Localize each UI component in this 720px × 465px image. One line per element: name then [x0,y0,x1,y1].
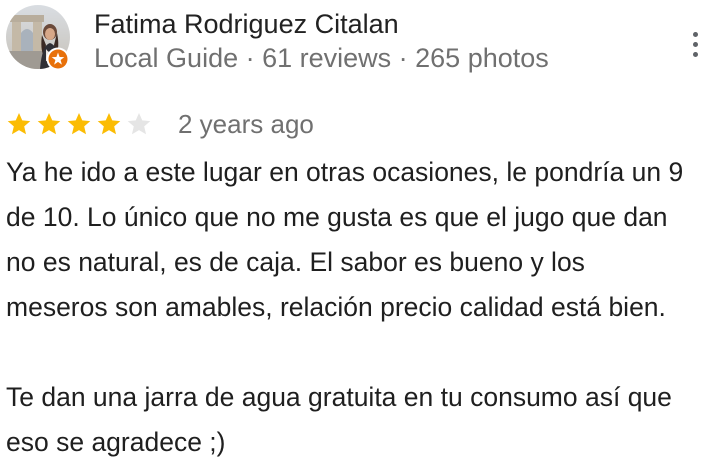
review-text: Ya he ido a este lugar en otras ocasione… [6,150,718,465]
local-guide-badge-icon [46,47,70,71]
rating-stars [6,111,152,137]
author-name[interactable]: Fatima Rodriguez Citalan [94,8,399,40]
review-text-line: Ya he ido a este lugar en otras ocasione… [6,157,684,187]
review-date: 2 years ago [178,109,314,139]
paragraph-break [6,330,718,375]
review-card: Fatima Rodriguez Citalan Local Guide · 6… [0,0,720,457]
star-filled-icon [67,112,91,135]
review-text-line: no es natural, es de caja. El sabor es b… [6,247,585,277]
review-text-line: de 10. Lo único que no me gusta es que e… [6,202,668,232]
author-avatar[interactable] [6,5,70,71]
star-filled-icon [97,112,121,135]
more-vert-icon [692,31,698,37]
star-filled-icon [37,112,61,135]
review-text-line: meseros son amables, relación precio cal… [6,292,666,322]
author-meta: Local Guide · 61 reviews · 265 photos [94,43,549,73]
star-filled-icon [7,112,31,135]
star-empty-icon [127,112,151,135]
more-options-button[interactable] [681,24,709,64]
review-text-line: Te dan una jarra de agua gratuita en tu … [6,382,672,412]
review-text-line: eso se agradece ;) [6,427,226,457]
